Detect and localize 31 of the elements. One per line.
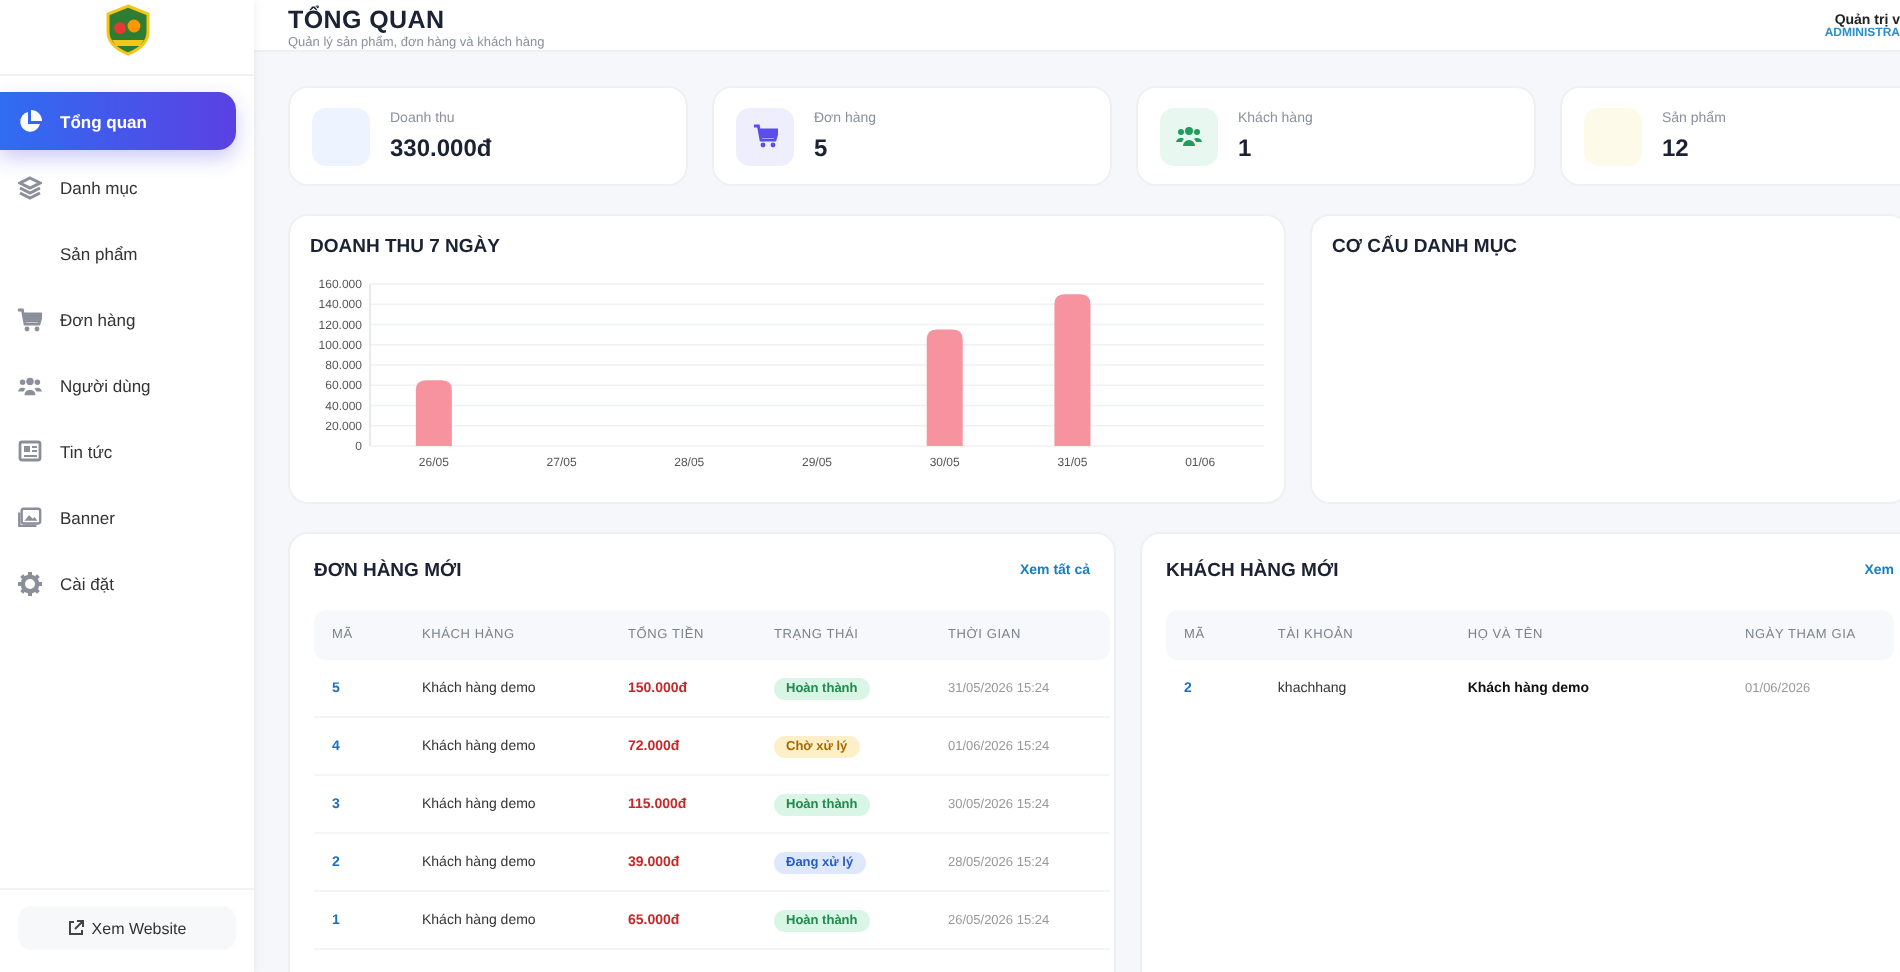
sidebar-item[interactable]: Đơn hàng bbox=[0, 290, 236, 348]
revenue-bar bbox=[926, 329, 963, 446]
revenue-bar bbox=[415, 380, 452, 446]
image-icon bbox=[18, 506, 42, 528]
sidebar-item[interactable]: Cài đặt bbox=[0, 554, 236, 612]
users-icon bbox=[18, 373, 42, 397]
cart-icon bbox=[18, 307, 42, 331]
sidebar-item[interactable]: Danh mục bbox=[0, 158, 236, 216]
layers-icon bbox=[18, 175, 42, 199]
page-title: TỔNG QUAN bbox=[288, 6, 447, 34]
view-website-link[interactable]: Xem Website bbox=[18, 906, 236, 950]
stat-value: 1 bbox=[1238, 133, 1254, 161]
cart-icon bbox=[753, 124, 777, 148]
external-link-icon bbox=[67, 920, 84, 936]
newspaper-icon bbox=[18, 440, 42, 462]
stat-value: 5 bbox=[814, 133, 830, 161]
sidebar-item[interactable]: Tổng quan bbox=[0, 92, 236, 150]
logo bbox=[103, 4, 151, 56]
sidebar-item[interactable]: Sản phẩm bbox=[0, 224, 236, 282]
panel-title: KHÁCH HÀNG MỚI bbox=[1166, 560, 1339, 582]
panel-title: DOANH THU 7 NGÀY bbox=[310, 236, 503, 258]
stat-value: 330.000đ bbox=[390, 133, 492, 161]
pie-chart-icon bbox=[18, 109, 42, 133]
stat-value: 12 bbox=[1662, 133, 1691, 161]
sidebar-item[interactable]: Tin tức bbox=[0, 422, 236, 480]
settings-icon bbox=[18, 571, 42, 595]
users-icon bbox=[1176, 124, 1202, 148]
panel-title: CƠ CẤU DANH MỤC bbox=[1332, 236, 1520, 258]
sidebar-item[interactable]: Người dùng bbox=[0, 356, 236, 414]
panel-title: ĐƠN HÀNG MỚI bbox=[314, 560, 462, 582]
sidebar-item[interactable]: Banner bbox=[0, 488, 236, 546]
